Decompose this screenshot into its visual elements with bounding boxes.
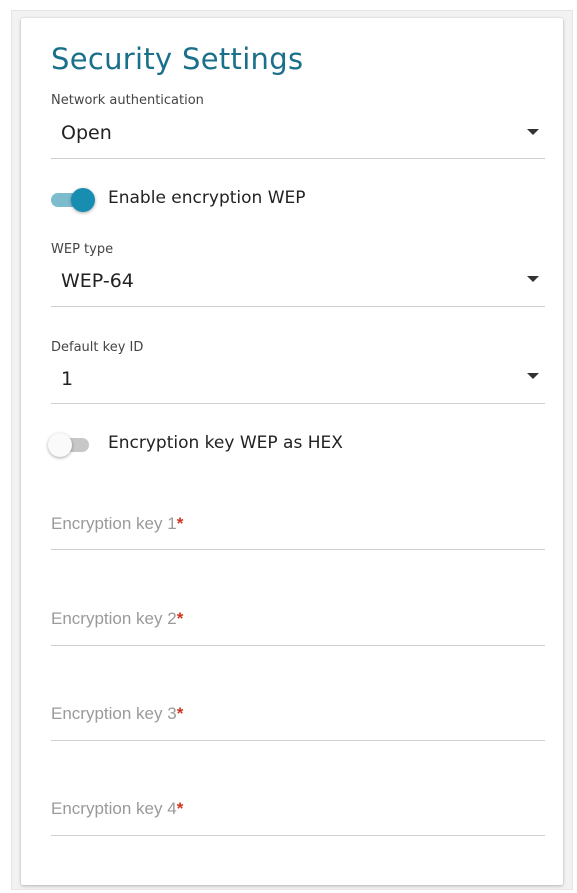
encryption-key-3-underline (51, 740, 545, 741)
security-settings-card: Security Settings Network authentication… (21, 18, 563, 885)
encryption-key-3-placeholder: Encryption key 3* (51, 704, 184, 723)
encryption-key-2-placeholder: Encryption key 2* (51, 609, 184, 628)
default-key-value: 1 (61, 368, 74, 390)
encryption-key-1-underline (51, 549, 545, 550)
network-auth-value: Open (61, 122, 112, 144)
required-marker: * (176, 609, 184, 628)
required-marker: * (176, 799, 184, 818)
required-marker: * (176, 514, 184, 533)
network-auth-label: Network authentication (51, 93, 204, 108)
encryption-key-1-placeholder: Encryption key 1* (51, 514, 184, 533)
encryption-key-4-placeholder: Encryption key 4* (51, 799, 184, 818)
encryption-key-2-underline (51, 645, 545, 646)
wep-type-label: WEP type (51, 242, 114, 257)
page-title: Security Settings (51, 42, 304, 76)
enable-wep-toggle[interactable] (51, 188, 95, 212)
hex-toggle-label: Encryption key WEP as HEX (108, 433, 343, 453)
required-marker: * (176, 704, 184, 723)
toggle-thumb (48, 433, 72, 457)
enable-wep-label: Enable encryption WEP (108, 188, 306, 208)
chevron-down-icon[interactable] (527, 129, 539, 135)
chevron-down-icon[interactable] (527, 276, 539, 282)
network-auth-underline (51, 158, 545, 159)
encryption-key-4-underline (51, 835, 545, 836)
default-key-underline (51, 403, 545, 404)
wep-type-underline (51, 306, 545, 307)
hex-toggle[interactable] (48, 433, 93, 457)
chevron-down-icon[interactable] (527, 373, 539, 379)
default-key-label: Default key ID (51, 340, 144, 355)
wep-type-value: WEP-64 (61, 270, 134, 292)
toggle-thumb (71, 188, 95, 212)
